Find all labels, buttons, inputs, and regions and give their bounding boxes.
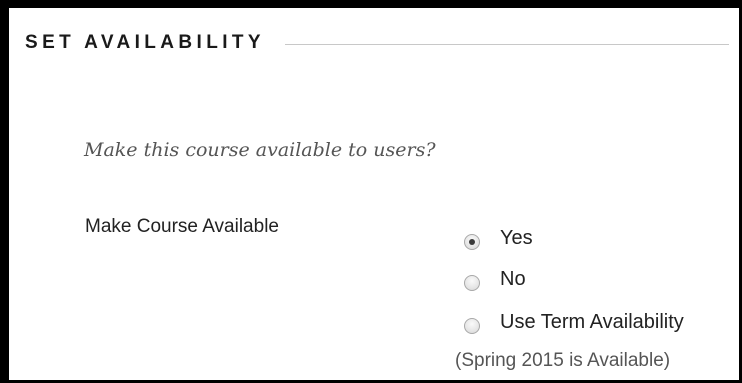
- make-course-available-label: Make Course Available: [85, 216, 279, 237]
- section-title: SET AVAILABILITY: [25, 32, 265, 53]
- section-divider: [285, 43, 729, 45]
- radio-label-use-term-availability[interactable]: Use Term Availability: [500, 311, 684, 334]
- radio-button-no[interactable]: [464, 274, 480, 291]
- availability-panel: SET AVAILABILITY Make this course availa…: [0, 0, 742, 383]
- section-instructions: Make this course available to users?: [84, 139, 436, 161]
- radio-option-use-term-availability[interactable]: Use Term Availability: [464, 311, 684, 334]
- radio-label-yes[interactable]: Yes: [500, 227, 533, 250]
- radio-label-no[interactable]: No: [500, 268, 526, 291]
- radio-option-yes[interactable]: Yes: [464, 227, 533, 250]
- radio-button-yes[interactable]: [464, 233, 480, 250]
- term-availability-note: (Spring 2015 is Available): [455, 350, 671, 371]
- section-header: SET AVAILABILITY: [25, 28, 729, 58]
- radio-button-use-term-availability[interactable]: [464, 317, 480, 334]
- radio-option-no[interactable]: No: [464, 268, 526, 291]
